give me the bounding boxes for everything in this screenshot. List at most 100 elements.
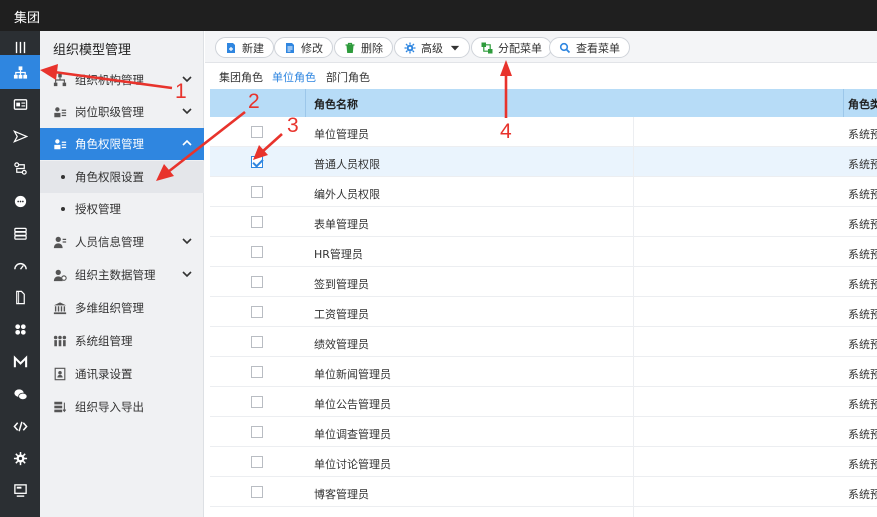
send-icon[interactable] — [0, 120, 40, 152]
table-row[interactable]: 编外人员权限 系统预 — [210, 177, 877, 207]
search-icon — [559, 42, 571, 53]
row-checkbox[interactable] — [251, 276, 263, 288]
monitor-icon[interactable] — [0, 474, 40, 506]
role-name-cell: 单位新闻管理员 — [314, 368, 391, 381]
assign-menu-button[interactable]: 分配菜单 — [471, 37, 552, 58]
role-name-cell: 绩效管理员 — [314, 338, 369, 351]
row-checkbox[interactable] — [251, 336, 263, 348]
id-card-icon[interactable] — [0, 88, 40, 120]
chat-bubble-icon[interactable] — [0, 185, 40, 217]
view-menu-button[interactable]: 查看菜单 — [549, 37, 630, 58]
sidebar-item-contacts[interactable]: 通讯录设置 — [40, 358, 204, 390]
gear-icon[interactable] — [0, 442, 40, 474]
role-type-cell: 系统预 — [848, 308, 877, 321]
sidebar-item-label: 组织导入导出 — [75, 400, 144, 414]
role-type-cell: 系统预 — [848, 218, 877, 231]
role-name-cell: HR管理员 — [314, 248, 363, 261]
row-checkbox[interactable] — [251, 156, 263, 168]
role-permission-icon — [52, 136, 68, 152]
row-checkbox[interactable] — [251, 366, 263, 378]
new-file-icon — [227, 42, 235, 53]
sidebar-item-label: 岗位职级管理 — [75, 105, 144, 119]
sidebar-item-label: 组织机构管理 — [75, 73, 144, 87]
view-menu-label: 查看菜单 — [576, 41, 620, 55]
edit-button-label: 修改 — [301, 41, 323, 55]
tab-department-roles[interactable]: 部门角色 — [326, 69, 370, 89]
sidebar-subitem-label: 授权管理 — [75, 202, 121, 216]
code-icon[interactable] — [0, 410, 40, 442]
table-row[interactable]: HR管理员 系统预 — [210, 237, 877, 267]
row-checkbox[interactable] — [251, 456, 263, 468]
role-tabs: 集团角色 单位角色 部门角色 — [205, 63, 877, 91]
sidebar-item-master-data[interactable]: 组织主数据管理 — [40, 259, 204, 291]
row-checkbox[interactable] — [251, 306, 263, 318]
role-name-cell: 单位调查管理员 — [314, 428, 391, 441]
tab-group-roles[interactable]: 集团角色 — [219, 69, 263, 89]
column-divider — [633, 117, 634, 517]
row-checkbox[interactable] — [251, 396, 263, 408]
row-checkbox[interactable] — [251, 486, 263, 498]
org-chart-icon — [52, 72, 68, 88]
tab-unit-roles[interactable]: 单位角色 — [272, 69, 316, 91]
sidebar-item-import-export[interactable]: 组织导入导出 — [40, 391, 204, 423]
caret-down-icon — [450, 45, 460, 50]
table-row[interactable]: 工资管理员 系统预 — [210, 297, 877, 327]
column-divider — [843, 89, 844, 117]
row-checkbox[interactable] — [251, 126, 263, 138]
table-row[interactable]: 表单管理员 系统预 — [210, 207, 877, 237]
master-data-icon — [52, 267, 68, 283]
sidebar-item-system-group[interactable]: 系统组管理 — [40, 325, 204, 357]
advanced-dropdown[interactable]: 高级 — [394, 37, 470, 58]
role-name-cell: 单位管理员 — [314, 128, 369, 141]
m-logo-icon[interactable] — [0, 346, 40, 378]
role-type-cell: 系统预 — [848, 338, 877, 351]
row-checkbox[interactable] — [251, 246, 263, 258]
role-name-cell: 单位公告管理员 — [314, 398, 391, 411]
row-checkbox[interactable] — [251, 426, 263, 438]
sidebar-subitem-role-setting[interactable]: 角色权限设置 — [40, 161, 204, 193]
annotation-number-2: 2 — [248, 90, 260, 113]
workflow-icon[interactable] — [0, 152, 40, 184]
row-checkbox[interactable] — [251, 216, 263, 228]
assign-menu-label: 分配菜单 — [498, 41, 542, 55]
sidebar-item-role-permission[interactable]: 角色权限管理 — [40, 128, 204, 160]
chevron-down-icon — [182, 108, 192, 115]
edit-button[interactable]: 修改 — [274, 37, 333, 58]
top-bar: 集团 — [0, 0, 877, 31]
sidebar-subitem-authorization[interactable]: 授权管理 — [40, 193, 204, 225]
table-row[interactable]: 单位调查管理员 系统预 — [210, 417, 877, 447]
delete-button[interactable]: 删除 — [334, 37, 393, 58]
role-type-cell: 系统预 — [848, 428, 877, 441]
new-button[interactable]: 新建 — [215, 37, 274, 58]
table-row[interactable]: 单位讨论管理员 系统预 — [210, 447, 877, 477]
table-row[interactable]: 签到管理员 系统预 — [210, 267, 877, 297]
table-row[interactable]: 单位新闻管理员 系统预 — [210, 357, 877, 387]
document-icon[interactable] — [0, 281, 40, 313]
apps-icon[interactable] — [0, 313, 40, 345]
column-header-role-type[interactable]: 角色类 — [848, 96, 877, 112]
table-row[interactable]: 博客管理员 系统预 — [210, 477, 877, 507]
row-checkbox[interactable] — [251, 186, 263, 198]
org-chart-icon[interactable] — [0, 55, 40, 89]
sidebar-item-label: 多维组织管理 — [75, 301, 144, 315]
wechat-icon[interactable] — [0, 378, 40, 410]
column-divider — [305, 89, 306, 117]
role-type-cell: 系统预 — [848, 248, 877, 261]
database-icon[interactable] — [0, 217, 40, 249]
table-row[interactable]: 普通人员权限 系统预 — [210, 147, 877, 177]
sidebar-item-person-info[interactable]: 人员信息管理 — [40, 226, 204, 258]
bullet-dot — [61, 175, 65, 179]
assign-menu-icon — [481, 42, 493, 53]
table-row[interactable]: 单位管理员 系统预 — [210, 117, 877, 147]
role-type-cell: 系统预 — [848, 128, 877, 141]
dashboard-icon[interactable] — [0, 249, 40, 281]
role-type-cell: 系统预 — [848, 158, 877, 171]
sidebar-item-multi-org[interactable]: 多维组织管理 — [40, 292, 204, 324]
column-header-role-name[interactable]: 角色名称 — [314, 96, 358, 112]
table-row[interactable]: 绩效管理员 系统预 — [210, 327, 877, 357]
sidebar-item-label: 系统组管理 — [75, 334, 133, 348]
table-row[interactable]: 单位公告管理员 系统预 — [210, 387, 877, 417]
annotation-number-1: 1 — [175, 80, 187, 103]
role-name-cell: 博客管理员 — [314, 488, 369, 501]
new-button-label: 新建 — [242, 41, 264, 55]
